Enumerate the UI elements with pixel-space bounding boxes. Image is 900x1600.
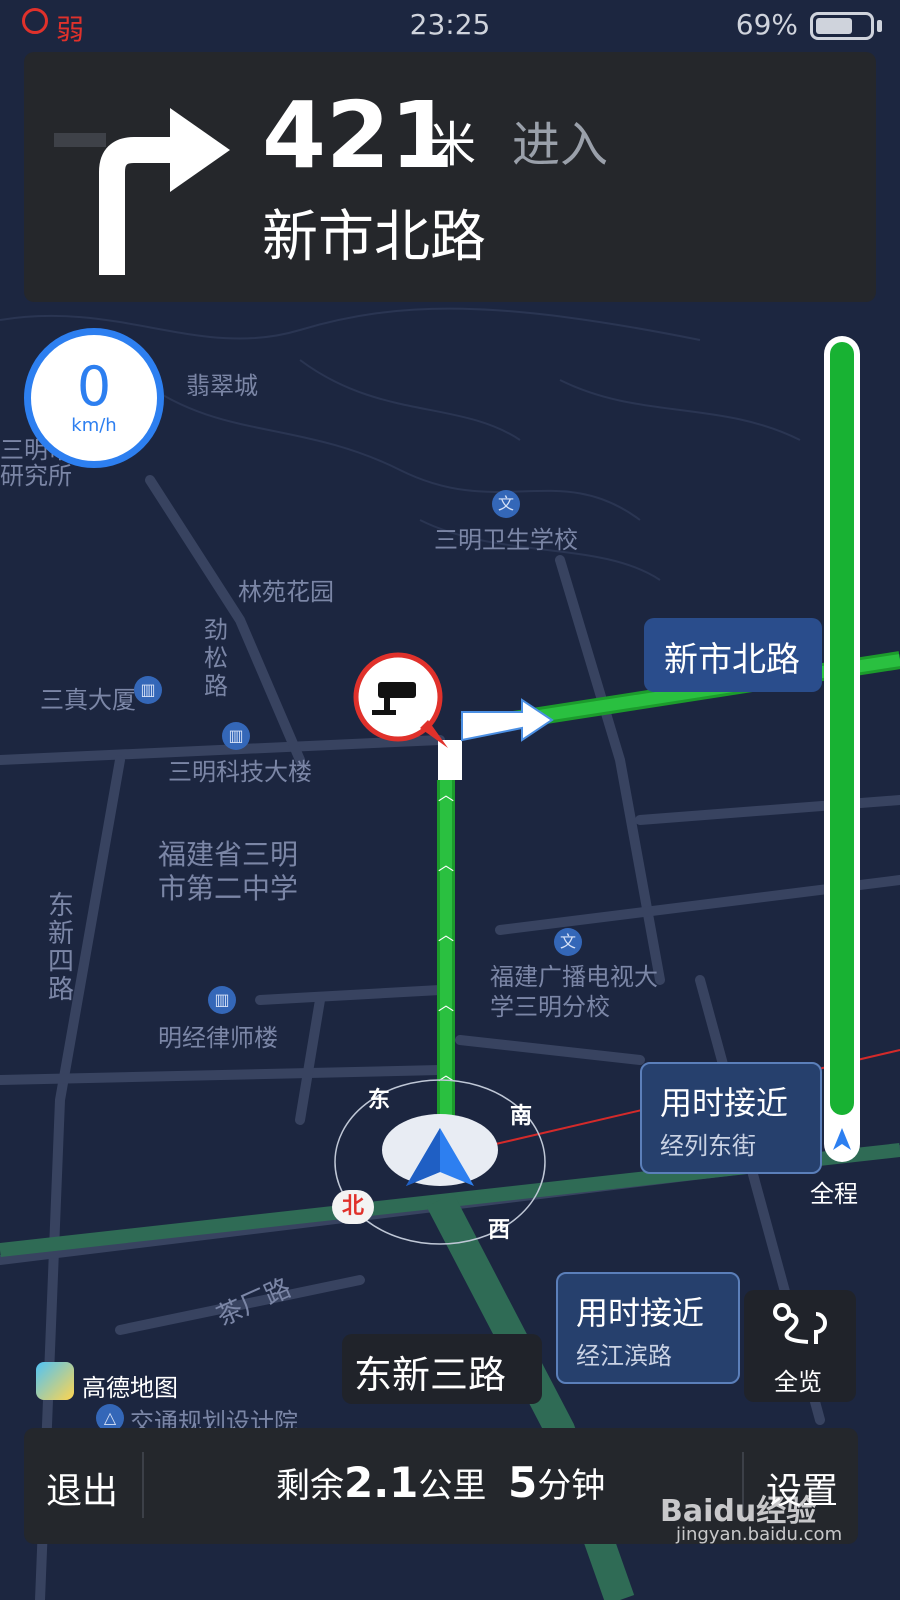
vehicle-position-icon [833,1128,851,1150]
poi-label[interactable]: 明经律师楼 [158,1018,278,1053]
poi-label[interactable]: 研究所 [0,456,72,491]
battery-tip [877,20,882,32]
amap-logo-icon [36,1362,74,1400]
alt-route-title: 用时接近 [576,1294,705,1332]
compass-south: 南 [510,1104,533,1129]
school-icon[interactable]: 文 [554,928,582,956]
school-icon[interactable]: 文 [492,490,520,518]
turn-action-label: 进入 [512,117,609,173]
poi-label[interactable]: 三明卫生学校 [434,520,578,555]
alt-route-title: 用时接近 [660,1084,789,1122]
remaining-time: 5 [508,1458,538,1507]
battery-icon [810,12,874,40]
poi-label[interactable]: 福建广播电视大学三明分校 [490,962,660,1022]
svg-text:︿: ︿ [438,925,454,944]
progress-label: 全程 [810,1180,858,1208]
brand-name: 高德地图 [82,1374,178,1402]
building-icon[interactable]: ▥ [134,676,162,704]
exit-button[interactable]: 退出 [46,1462,118,1514]
poi-label[interactable]: 福建省三明市第二中学 [158,838,318,906]
poi-label[interactable]: 三真大厦 [40,680,136,715]
turn-distance-unit: 米 [428,117,477,173]
remaining-summary: 剩余2.1公里 5分钟 [276,1458,605,1507]
svg-text:︿: ︿ [438,855,454,874]
road-label: 东新四路 [48,891,75,1005]
route-progress-fill [830,342,854,1115]
poi-label[interactable]: 翡翠城 [186,366,258,401]
turn-distance-value: 421 [262,82,455,189]
watermark-url: jingyan.baidu.com [676,1524,843,1545]
speed-unit: km/h [71,415,117,436]
svg-text:︿: ︿ [438,995,454,1014]
remaining-prefix: 剩余 [276,1466,344,1506]
overview-button-label: 全览 [774,1368,822,1396]
remaining-distance: 2.1 [344,1458,419,1507]
alt-route-via: 经江滨路 [576,1342,672,1370]
alt-route-via: 经列东街 [660,1132,756,1160]
current-road-name: 东新三路 [354,1353,507,1397]
battery-percent: 69% [735,8,798,41]
compass-north-button[interactable]: 北 [332,1190,374,1224]
compass-east: 东 [368,1088,391,1113]
remaining-time-unit: 分钟 [537,1466,606,1506]
remaining-distance-unit: 公里 [418,1466,487,1506]
road-label: 劲松路 [204,616,228,700]
turn-right-icon [54,108,230,275]
navigation-arrow-icon [406,1128,474,1186]
speed-value: 0 [76,355,112,418]
poi-label[interactable]: 三明科技大楼 [168,752,312,787]
next-road-name: 新市北路 [262,205,486,270]
route-overview-icon [773,1303,827,1344]
poi-label[interactable]: 林苑花园 [238,572,334,607]
building-icon[interactable]: ▥ [208,986,236,1014]
svg-text:︿: ︿ [438,785,454,804]
divider [142,1452,144,1518]
building-icon[interactable]: ▥ [222,722,250,750]
road-callout-label: 新市北路 [664,640,800,680]
compass-west: 西 [488,1218,511,1243]
speedometer: 0 km/h [24,328,164,468]
